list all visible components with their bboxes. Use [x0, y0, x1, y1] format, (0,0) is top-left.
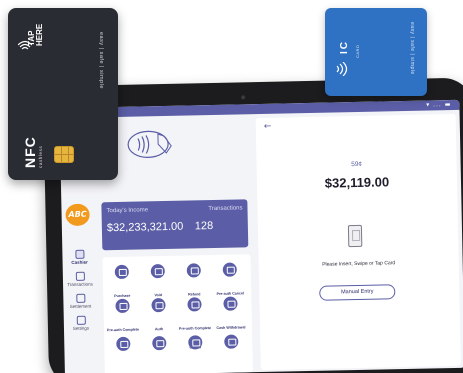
- income-label: Today's Income: [106, 207, 149, 215]
- tablet-screen: ▾ ... ▬ ABC Cashier Transactions Settlem…: [59, 99, 463, 373]
- cash-withdrawal-button[interactable]: Cash Withdrawal: [213, 296, 248, 333]
- payment-instruction: Please Insert, Swipe or Tap Card: [322, 260, 396, 268]
- action-label: Auth: [154, 327, 164, 332]
- ic-sub: CARD: [355, 44, 360, 58]
- sidebar: ABC Cashier Transactions Settlement Sett…: [61, 198, 97, 373]
- nfc-slogan: easy | safe | simple: [98, 32, 104, 89]
- camera-dot: [241, 95, 246, 100]
- sidebar-item-settlement[interactable]: Settlement: [63, 293, 97, 309]
- auth-icon: [151, 298, 166, 313]
- action-label: Purchase: [114, 293, 131, 299]
- brand-logo: ABC: [65, 203, 90, 227]
- more-action-icon: [188, 335, 203, 350]
- ic-logo: IC: [339, 40, 350, 54]
- action-label: Void: [154, 293, 163, 298]
- income-value: $32,233,321.00: [106, 220, 184, 235]
- purchase-icon: [114, 264, 129, 280]
- more-action-button[interactable]: [178, 335, 212, 353]
- pre-auth-cancel-button[interactable]: Pre-auth Cancel: [213, 262, 248, 299]
- transactions-value: 128: [194, 220, 214, 233]
- sidebar-item-settings[interactable]: Settings: [64, 315, 98, 331]
- income-summary-card: Today's Income Transactions $32,233,321.…: [101, 199, 249, 251]
- tap-here-label: TAP HERE: [27, 23, 44, 46]
- void-button[interactable]: Void: [141, 264, 176, 301]
- ic-slogan: easy | safe | simple: [409, 22, 415, 75]
- chip-icon: [54, 146, 74, 163]
- pre-auth-complete-button[interactable]: Pre-auth Complete: [105, 298, 140, 336]
- more-action-icon: [116, 336, 131, 352]
- payment-panel: ← 59¢ $32,119.00 Please Insert, Swipe or…: [255, 113, 461, 371]
- contactless-tap-icon: [127, 130, 172, 158]
- transactions-label: Transactions: [208, 205, 243, 213]
- gear-icon: [76, 315, 86, 325]
- action-label: Refund: [188, 292, 201, 297]
- refund-icon: [186, 263, 201, 278]
- amount-cents: 59¢: [351, 160, 363, 169]
- sidebar-item-transactions[interactable]: Transactions: [63, 271, 97, 287]
- nfc-sub: cashless: [38, 145, 43, 168]
- sidebar-item-label: Cashier: [71, 259, 88, 265]
- here-label: HERE: [35, 23, 44, 46]
- more-action-icon: [224, 334, 239, 349]
- sidebar-item-label: Settings: [72, 325, 90, 331]
- list-icon: [75, 271, 85, 281]
- ic-card: IC CARD easy | safe | simple: [325, 8, 427, 96]
- action-label: Cash Withdrawal: [216, 325, 246, 330]
- refund-button[interactable]: Refund: [177, 263, 212, 300]
- product-illustration: ▾ ... ▬ ABC Cashier Transactions Settlem…: [0, 0, 463, 373]
- sidebar-item-cashier[interactable]: Cashier: [62, 249, 96, 265]
- action-label: Pre-auth Complete: [106, 327, 140, 333]
- nfc-brand: NFC: [22, 136, 38, 168]
- back-arrow-icon[interactable]: ←: [264, 122, 272, 132]
- cashier-icon: [74, 249, 85, 259]
- void-icon: [150, 264, 165, 279]
- more-action-icon: [152, 336, 167, 351]
- status-icons: ▾ ... ▬: [426, 100, 452, 109]
- sidebar-item-label: Settlement: [69, 303, 92, 310]
- nfc-card: TAP HERE easy | safe | simple NFC cashle…: [8, 8, 118, 180]
- card-reader-icon: [347, 224, 363, 248]
- purchase-button[interactable]: Purchase: [105, 264, 140, 302]
- more-action-button[interactable]: [142, 336, 176, 354]
- action-grid: Purchase Void Refund Pre-auth Cancel Pre…: [102, 254, 253, 373]
- action-label: Pre-auth Cancel: [216, 291, 245, 296]
- cash-withdrawal-icon: [223, 296, 238, 311]
- pre-auth-cancel-icon: [222, 262, 237, 277]
- pre-auth-complete-icon: [115, 298, 130, 314]
- sidebar-item-label: Transactions: [67, 281, 93, 288]
- more-action-button[interactable]: [106, 336, 140, 355]
- payment-amount: $32,119.00: [324, 174, 390, 191]
- pre-auth-complete-cancel-icon: [187, 297, 202, 312]
- more-action-button[interactable]: [214, 334, 248, 352]
- manual-entry-button[interactable]: Manual Entry: [319, 284, 396, 301]
- contactless-wave-icon: [336, 62, 348, 76]
- auth-button[interactable]: Auth: [141, 298, 176, 335]
- settlement-icon: [75, 293, 85, 303]
